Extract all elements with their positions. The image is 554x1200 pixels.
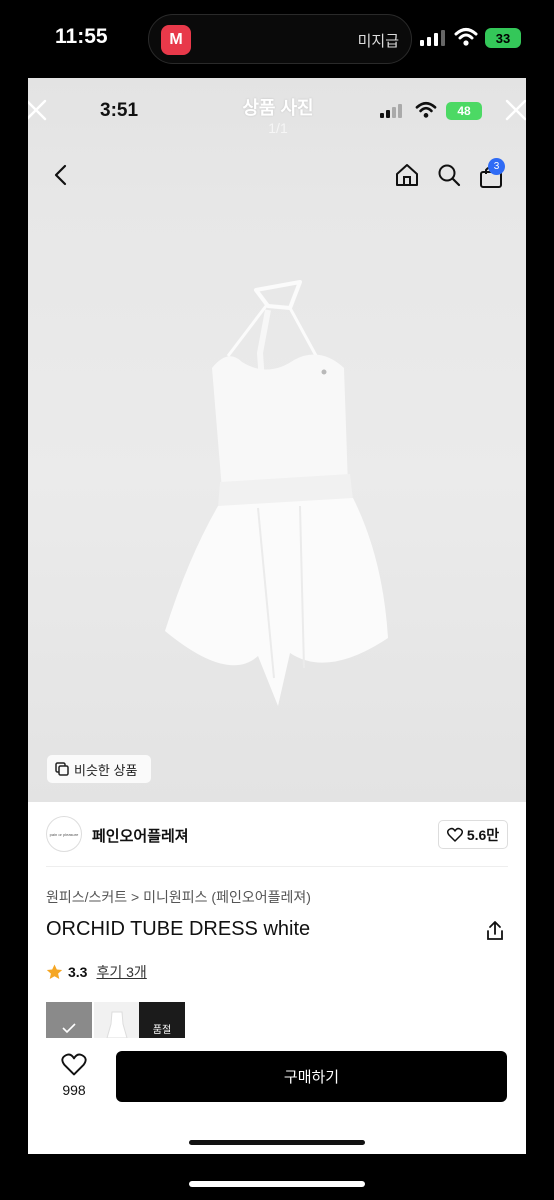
- breadcrumb[interactable]: 원피스/스커트 > 미니원피스 (페인오어플레져): [46, 887, 311, 907]
- carrier-label: 미지급: [357, 33, 399, 50]
- divider: [46, 866, 508, 867]
- color-option-thumbnail[interactable]: [46, 1002, 92, 1038]
- similar-products-button[interactable]: 비슷한 상품: [47, 755, 151, 783]
- wifi-icon: [415, 101, 437, 118]
- similar-icon: [55, 762, 69, 776]
- wishlist-count: 998: [62, 1082, 86, 1098]
- buy-button[interactable]: 구매하기: [116, 1051, 507, 1102]
- outer-status-time: 11:55: [55, 25, 108, 48]
- app-icon: M: [161, 25, 191, 55]
- soldout-label: 품절: [152, 1025, 172, 1036]
- battery-indicator: 33: [485, 28, 521, 48]
- dynamic-island[interactable]: M 미지급: [148, 14, 412, 64]
- check-icon: [62, 1023, 76, 1034]
- heart-icon: [61, 1053, 87, 1076]
- share-icon[interactable]: [484, 920, 506, 942]
- brand-name[interactable]: 페인오어플레져: [92, 825, 189, 846]
- home-indicator: [189, 1181, 365, 1187]
- back-icon[interactable]: [50, 162, 72, 188]
- cart-badge: 3: [488, 158, 505, 175]
- similar-label: 비슷한 상품: [74, 762, 138, 778]
- wifi-icon: [454, 28, 478, 46]
- screen: 11:55 M 미지급 33 3:51 상품 사진 1/1 48 3 비슷한 상…: [0, 0, 554, 1200]
- close-icon[interactable]: [502, 96, 526, 124]
- home-icon[interactable]: [394, 162, 420, 188]
- signal-icon: [380, 104, 402, 118]
- heart-icon: [446, 827, 463, 842]
- brand-like-button[interactable]: 5.6만: [438, 820, 508, 849]
- color-option-thumbnail[interactable]: [94, 1002, 140, 1038]
- product-title: ORCHID TUBE DRESS white: [46, 918, 311, 940]
- dress-thumbnail-image: [106, 1011, 128, 1038]
- rating-score: 3.3: [68, 964, 88, 980]
- star-icon: [46, 964, 63, 979]
- close-icon[interactable]: [28, 96, 50, 124]
- color-option-thumbnail[interactable]: 품절: [139, 1002, 185, 1038]
- review-count-link[interactable]: 후기 3개: [96, 962, 146, 982]
- search-icon[interactable]: [436, 162, 462, 188]
- purchase-bar: 998 구매하기: [28, 1040, 526, 1154]
- page-counter: 1/1: [268, 120, 288, 136]
- brand-like-count: 5.6만: [466, 826, 500, 843]
- brand-logo[interactable]: pain or pleasure: [46, 816, 82, 852]
- viewer-title: 상품 사진: [242, 98, 314, 118]
- battery-indicator: 48: [446, 102, 482, 120]
- wishlist-button[interactable]: 998: [50, 1052, 98, 1098]
- home-indicator: [189, 1140, 365, 1145]
- rating-row[interactable]: 3.3 후기 3개: [46, 962, 147, 982]
- signal-icon: [420, 30, 445, 46]
- screenshot-panel: 3:51 상품 사진 1/1 48 3 비슷한 상품 pain or pleas…: [28, 78, 526, 1154]
- inner-status-time: 3:51: [100, 100, 139, 121]
- product-photo[interactable]: 3:51 상품 사진 1/1 48 3 비슷한 상품: [28, 78, 526, 802]
